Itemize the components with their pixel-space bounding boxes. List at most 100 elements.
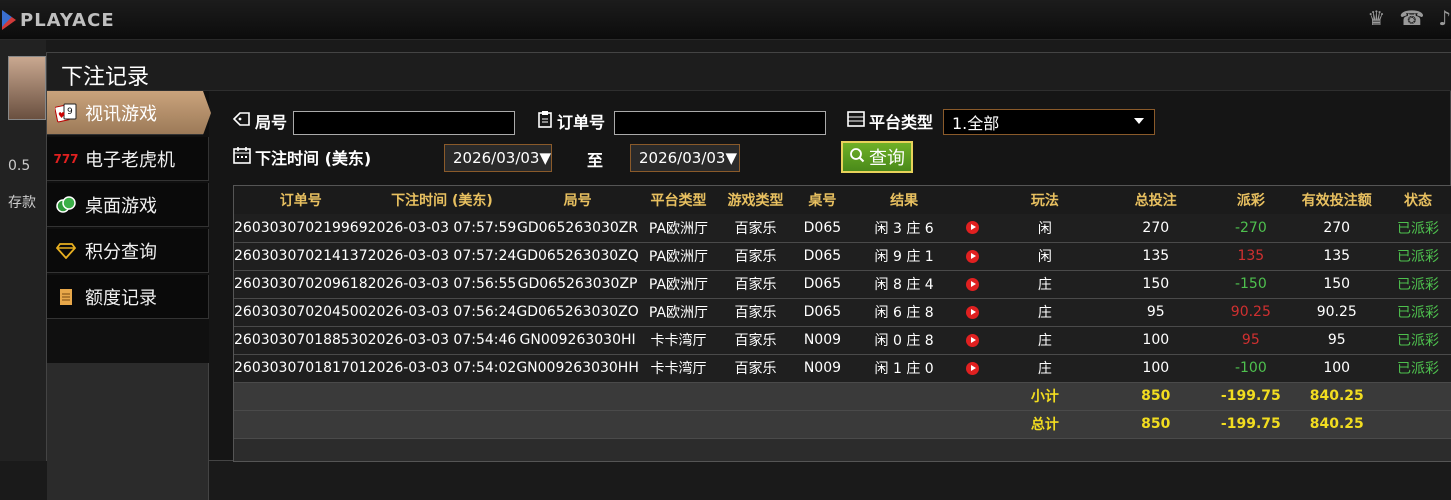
query-button[interactable]: 查询 [841,141,913,173]
grand-total-payout: -199.75 [1211,410,1291,439]
sidebar-item-label: 视讯游戏 [85,103,157,125]
cell-order-number: 260303070209618 [234,270,368,299]
chat-support-icon[interactable]: ☎ [1399,6,1424,30]
col-header[interactable]: 总投注 [1100,186,1212,214]
col-header[interactable]: 桌号 [792,186,852,214]
col-header[interactable]: 有效投注额 [1290,186,1383,214]
date-from-picker[interactable]: 2026/03/03 ▼ [444,144,552,172]
sidebar-item-slots[interactable]: 777 电子老虎机 [47,137,209,181]
cell-round-number: GD065263030ZP [516,270,639,299]
top-bar: PLAYACE ♛ ☎ ♪ [0,0,1451,40]
cards-icon: 9 ♥ [55,103,77,123]
cell-status: 已派彩 [1383,242,1451,271]
svg-text:♥: ♥ [58,111,65,120]
play-replay-icon[interactable] [966,277,980,291]
cell-payout: -100 [1211,354,1291,383]
cell-result: 闲 0 庄 8 [852,326,957,355]
col-header[interactable]: 平台类型 [638,186,719,214]
cell-round-number: GD065263030ZO [516,298,639,327]
cell-replay[interactable] [956,214,990,243]
cell-bet-time: 2026-03-03 07:54:46 [367,326,517,355]
cell-valid-bet: 100 [1290,354,1383,383]
play-replay-icon[interactable] [966,305,980,319]
sidebar-item-label: 桌面游戏 [85,195,157,217]
bg-deposit: 存款 [8,195,36,211]
cell-bet-type: 庄 [989,270,1101,299]
subtotal-label: 小计 [989,382,1101,411]
cell-valid-bet: 135 [1290,242,1383,271]
play-replay-icon[interactable] [966,249,980,263]
order-number-input[interactable] [614,111,826,135]
sidebar-item-table-games[interactable]: 桌面游戏 [47,183,209,227]
grand-total-total-bet: 850 [1100,410,1212,439]
col-header[interactable]: 局号 [516,186,639,214]
slot-777-icon: 777 [53,151,79,166]
table-row: 260303070209618 2026-03-03 07:56:55 GD0652… [234,270,1451,299]
table-row: 260303070188530 2026-03-03 07:54:46 GN0092… [234,326,1451,355]
cell-bet-type: 庄 [989,326,1101,355]
cell-table-number: N009 [792,354,852,383]
vip-crown-icon[interactable]: ♛ [1367,6,1385,30]
cell-replay[interactable] [956,354,990,383]
round-number-input[interactable] [293,111,515,135]
cell-order-number: 260303070219969 [234,214,368,243]
cell-replay[interactable] [956,242,990,271]
cell-replay[interactable] [956,270,990,299]
document-icon [55,287,77,307]
table-header-row: 订单号 下注时间 (美东) 局号 平台类型 游戏类型 桌号 结果 玩法 总投注 … [234,186,1451,214]
cell-bet-time: 2026-03-03 07:54:02 [367,354,517,383]
dropdown-triangle-icon: ▼ [725,149,738,167]
cell-platform-type: 卡卡湾厅 [638,326,719,355]
logo[interactable]: PLAYACE [0,8,115,32]
platform-type-select[interactable]: 1.全部 [943,109,1155,135]
col-header[interactable]: 玩法 [989,186,1101,214]
date-to-picker[interactable]: 2026/03/03 ▼ [630,144,740,172]
cell-status: 已派彩 [1383,270,1451,299]
cell-replay[interactable] [956,326,990,355]
bg-balance: 0.5 [8,158,31,174]
order-number-label: 订单号 [537,109,605,133]
chips-icon [55,195,77,215]
bet-record-modal: 下注记录 9 ♥ 视讯游戏 777 电子老虎机 桌面游戏 积分查询 额度记录 局… [46,52,1451,500]
col-header[interactable]: 状态 [1383,186,1451,214]
clipboard-icon [537,110,553,132]
play-replay-icon[interactable] [966,221,980,235]
play-replay-icon[interactable] [966,333,980,347]
col-header[interactable]: 下注时间 (美东) [367,186,517,214]
cell-bet-time: 2026-03-03 07:57:24 [367,242,517,271]
cell-order-number: 260303070214137 [234,242,368,271]
cell-total-bet: 95 [1100,298,1212,327]
col-header[interactable]: 订单号 [234,186,368,214]
cell-game-type: 百家乐 [718,242,793,271]
sidebar-item-credit-records[interactable]: 额度记录 [47,275,209,319]
top-icons: ♛ ☎ ♪ [1367,6,1451,30]
subtotal-valid-bet: 840.25 [1290,382,1383,411]
cell-order-number: 260303070181701 [234,354,368,383]
table-row: 260303070219969 2026-03-03 07:57:59 GD0652… [234,214,1451,243]
play-replay-icon[interactable] [966,361,980,375]
col-header[interactable]: 结果 [852,186,957,214]
sidebar-item-live-video[interactable]: 9 ♥ 视讯游戏 [47,91,211,135]
col-header[interactable]: 派彩 [1211,186,1291,214]
cell-total-bet: 150 [1100,270,1212,299]
cell-game-type: 百家乐 [718,354,793,383]
cell-replay[interactable] [956,298,990,327]
cell-bet-time: 2026-03-03 07:56:24 [367,298,517,327]
grand-total-label: 总计 [989,410,1101,439]
modal-title: 下注记录 [61,65,150,90]
sidebar-item-points[interactable]: 积分查询 [47,229,209,273]
cell-status: 已派彩 [1383,298,1451,327]
cell-platform-type: PA欧洲厅 [638,214,719,243]
logo-mark-icon [2,10,16,30]
cell-total-bet: 135 [1100,242,1212,271]
music-icon[interactable]: ♪ [1438,6,1451,30]
col-header[interactable]: 游戏类型 [718,186,793,214]
cell-game-type: 百家乐 [718,214,793,243]
cell-platform-type: 卡卡湾厅 [638,354,719,383]
platform-type-label: 平台类型 [847,109,933,133]
cell-game-type: 百家乐 [718,298,793,327]
dropdown-triangle-icon: ▼ [539,149,552,167]
cell-table-number: D065 [792,242,852,271]
subtotal-row: 小计 850 -199.75 840.25 [234,382,1451,411]
grand-total-row: 总计 850 -199.75 840.25 [234,410,1451,439]
